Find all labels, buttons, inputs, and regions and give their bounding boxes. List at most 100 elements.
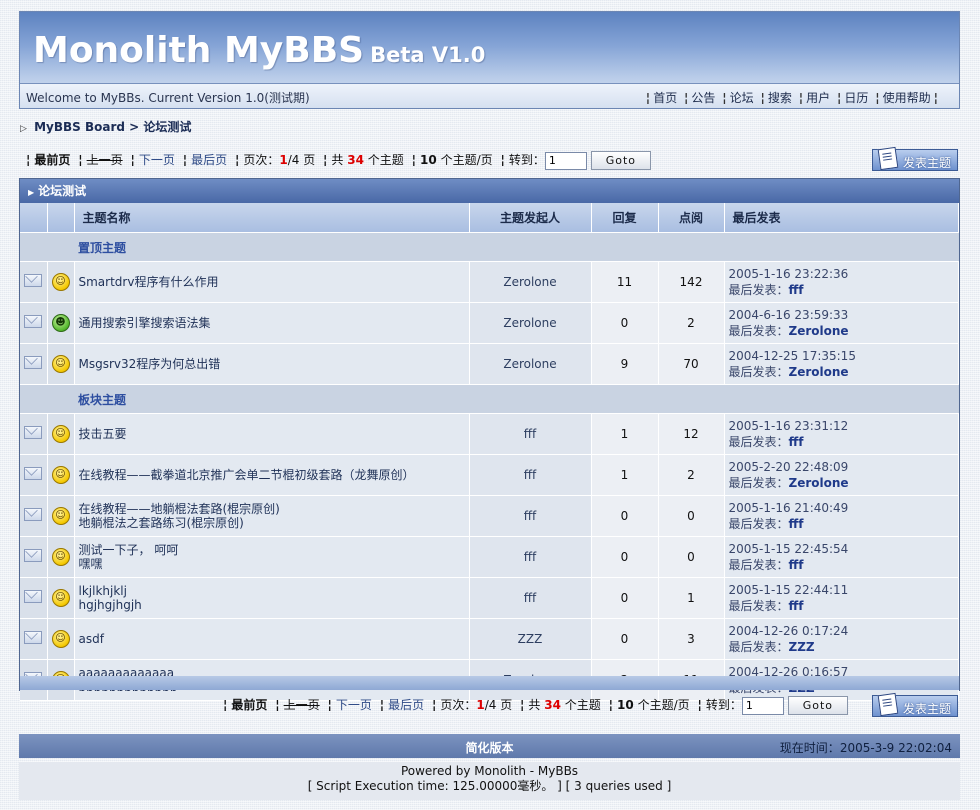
topic-author[interactable]: Zerolone: [469, 343, 592, 385]
topic-author[interactable]: fff: [469, 413, 592, 455]
post-icon: [877, 146, 899, 171]
topic-views: 2: [658, 302, 725, 344]
topic-author[interactable]: Zerolone: [469, 261, 592, 303]
pager-first[interactable]: 最前页: [34, 153, 70, 167]
table-row: ☺ Msgsrv32程序为何总出错 Zerolone 9 70 2004-12-25 17…: [20, 343, 959, 385]
topic-title[interactable]: Msgsrv32程序为何总出错: [79, 357, 221, 371]
topic-author[interactable]: ZZZ: [469, 618, 592, 660]
nav-users[interactable]: 用户: [806, 91, 830, 105]
topic-replies: 11: [591, 261, 659, 303]
table-row: ☺ Smartdrv程序有什么作用 Zerolone 11 142 2005-1-16 2…: [20, 261, 959, 303]
last-post-user[interactable]: Zerolone: [789, 324, 849, 338]
nav-announcements[interactable]: 公告: [691, 91, 715, 105]
triangle-right-icon: ▶: [28, 188, 35, 197]
pager-prev[interactable]: 上一页: [87, 153, 123, 167]
last-post: 2005-1-16 21:40:49 最后发表：fff: [724, 495, 959, 537]
pager-goto-button[interactable]: Goto: [787, 696, 848, 715]
topic-title[interactable]: Smartdrv程序有什么作用: [79, 275, 219, 289]
nav-home[interactable]: 首页: [653, 91, 677, 105]
pager-goto-input[interactable]: [544, 151, 587, 170]
topic-cell: 在线教程——地躺棍法套路(棍宗原创) 地躺棍法之套路练习(棍宗原创): [74, 495, 470, 537]
topic-author[interactable]: fff: [469, 454, 592, 496]
header-topic: 主题名称: [74, 203, 470, 233]
topic-views: 1: [658, 577, 725, 619]
pager-goto-label: 转到：: [508, 153, 545, 167]
last-post: 2005-1-15 22:44:11 最后发表：fff: [724, 577, 959, 619]
last-post-user[interactable]: ZZZ: [789, 640, 815, 654]
last-post: 2004-6-16 23:59:33 最后发表：Zerolone: [724, 302, 959, 344]
footer-bar: 简化版本 现在时间：2005-3-9 22:02:04: [19, 734, 960, 758]
pager-total-count: 34: [347, 153, 364, 167]
topic-replies: 0: [591, 302, 659, 344]
pager-next[interactable]: 下一页: [336, 698, 372, 712]
last-post-user[interactable]: fff: [789, 517, 804, 531]
pager-top: ¦ 最前页 ¦ 上一页 ¦ 下一页 ¦ 最后页 ¦ 页次：1/4 页 ¦ 共 34 个主题 …: [22, 151, 651, 170]
post-topic-button[interactable]: 发表主题: [872, 146, 958, 171]
group-label: 板块主题: [74, 384, 959, 414]
time-value: 2005-3-9 22:02:04: [839, 741, 952, 755]
last-post-label: 最后发表：: [728, 476, 789, 490]
breadcrumb-home[interactable]: MyBBS Board: [34, 120, 125, 134]
envelope-icon: [24, 508, 43, 521]
topic-title[interactable]: 在线教程——地躺棍法套路(棍宗原创): [79, 502, 280, 516]
breadcrumb-arrow-icon: ▷: [20, 124, 27, 134]
last-post-user[interactable]: fff: [789, 283, 804, 297]
last-post-date: 2005-1-15 22:45:54: [728, 542, 849, 556]
pager-page-current: 1: [476, 698, 485, 712]
nav-forum[interactable]: 论坛: [730, 91, 754, 105]
topic-replies: 0: [591, 495, 659, 537]
execution-stats: [ Script Execution time: 125.00000毫秒。 ] …: [307, 779, 672, 793]
table-row: ☺ 在线教程——地躺棍法套路(棍宗原创) 地躺棍法之套路练习(棍宗原创) fff 0 0 2…: [20, 495, 959, 537]
last-post-user[interactable]: Zerolone: [789, 476, 849, 490]
pager-next[interactable]: 下一页: [139, 153, 175, 167]
topic-title[interactable]: asdf: [79, 632, 104, 646]
site-header: Monolith MyBBS Beta V1.0 Welcome to MyBBs…: [19, 11, 960, 109]
pager-per-page-suffix: 个主题/页: [637, 698, 690, 712]
topic-mood: ☺: [47, 618, 75, 660]
site-version: Beta V1.0: [370, 43, 486, 67]
group-label: 置顶主题: [74, 232, 959, 262]
topic-author[interactable]: fff: [469, 495, 592, 537]
pager-goto-input[interactable]: [741, 696, 784, 715]
pager-last[interactable]: 最后页: [191, 153, 227, 167]
topic-views: 142: [658, 261, 725, 303]
post-topic-button[interactable]: 发表主题: [872, 692, 958, 717]
topic-mood: ☺: [47, 413, 75, 455]
nav-search[interactable]: 搜索: [768, 91, 792, 105]
topic-mood: ☺: [47, 454, 75, 496]
topic-cell: 通用搜索引擎搜索语法集: [74, 302, 470, 344]
last-post-label: 最后发表：: [728, 517, 789, 531]
nav-calendar[interactable]: 日历: [844, 91, 868, 105]
topic-author[interactable]: fff: [469, 536, 592, 578]
pager-page-label: 页次：: [440, 698, 477, 712]
last-post-user[interactable]: fff: [789, 558, 804, 572]
topic-author[interactable]: Zerolone: [469, 302, 592, 344]
pager-last[interactable]: 最后页: [388, 698, 424, 712]
topic-title[interactable]: 通用搜索引擎搜索语法集: [79, 316, 211, 330]
topic-title[interactable]: lkjlkhjklj: [79, 584, 127, 598]
nav-help[interactable]: 使用帮助: [883, 91, 931, 105]
site-title: Monolith MyBBS Beta V1.0: [33, 30, 485, 71]
topic-replies: 1: [591, 454, 659, 496]
topic-author[interactable]: fff: [469, 577, 592, 619]
topic-title[interactable]: 测试一下子， 呵呵: [79, 543, 179, 557]
topic-views: 0: [658, 536, 725, 578]
pager-page-total: /4 页: [484, 698, 513, 712]
pager-goto-button[interactable]: Goto: [590, 151, 651, 170]
table-row: ☺ 技击五要 fff 1 12 2005-1-16 23:31:12 最后发表：fff: [20, 413, 959, 455]
last-post-user[interactable]: fff: [789, 435, 804, 449]
topic-title[interactable]: 在线教程——截拳道北京推广会单二节棍初级套路（龙舞原创）: [79, 468, 415, 482]
table-row: ☻ 通用搜索引擎搜索语法集 Zerolone 0 2 2004-6-16 23:59:33…: [20, 302, 959, 344]
board-title-bar: ▶ 论坛测试: [20, 179, 959, 203]
last-post-user[interactable]: Zerolone: [789, 365, 849, 379]
table-header-row: 主题名称 主题发起人 回复 点阅 最后发表: [20, 203, 959, 233]
topic-title[interactable]: 技击五要: [79, 427, 127, 441]
pager-prev[interactable]: 上一页: [284, 698, 320, 712]
group-spacer: [47, 232, 74, 262]
pager-total-suffix: 个主题: [367, 153, 404, 167]
last-post-user[interactable]: fff: [789, 599, 804, 613]
pager-first[interactable]: 最前页: [231, 698, 267, 712]
last-post-label: 最后发表：: [728, 283, 789, 297]
topic-status: [20, 343, 48, 385]
welcome-text: Welcome to MyBBs. Current Version 1.0(测试…: [26, 91, 310, 105]
